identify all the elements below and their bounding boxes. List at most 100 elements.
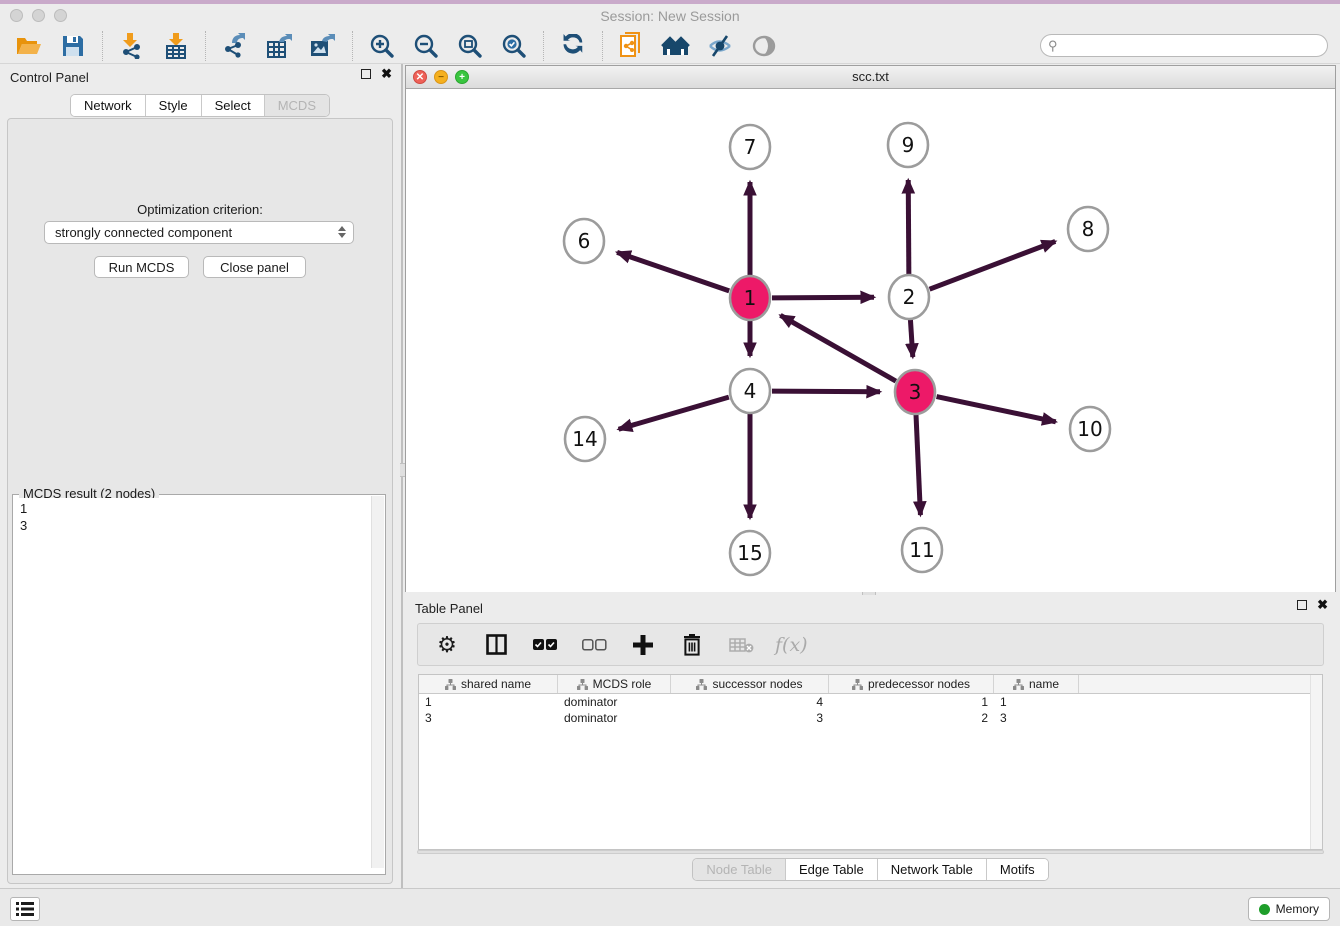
export-table-icon[interactable] (264, 32, 294, 60)
edge-2-9[interactable] (908, 180, 909, 275)
table-panel: Table Panel ✖ ⚙ f(x) shared nameMCDS rol… (405, 595, 1336, 888)
main-toolbar: ⚲ (0, 28, 1340, 64)
column-header-label: shared name (461, 677, 531, 691)
node-15[interactable]: 15 (730, 531, 770, 575)
tab-style[interactable]: Style (146, 95, 202, 116)
open-session-icon[interactable] (14, 32, 44, 60)
column-header-successor-nodes[interactable]: successor nodes (671, 675, 829, 693)
column-header-shared-name[interactable]: shared name (419, 675, 558, 693)
node-1[interactable]: 1 (730, 276, 770, 320)
network-view-window: ✕ − + scc.txt 7 9 6 8 1 2 4 3 14 10 15 11 (405, 65, 1336, 592)
import-network-icon[interactable] (117, 32, 147, 60)
tab-network[interactable]: Network (71, 95, 146, 116)
show-all-icon[interactable] (749, 32, 779, 60)
node-7[interactable]: 7 (730, 125, 770, 169)
close-panel-icon[interactable]: ✖ (1317, 600, 1328, 610)
column-sort-icon[interactable] (577, 679, 588, 690)
column-sort-icon[interactable] (696, 679, 707, 690)
save-session-icon[interactable] (58, 32, 88, 60)
close-panel-icon[interactable]: ✖ (381, 69, 392, 79)
column-sort-icon[interactable] (852, 679, 863, 690)
edge-3-11[interactable] (916, 414, 920, 515)
unselect-all-checks-icon[interactable] (579, 631, 609, 659)
edge-4-3[interactable] (772, 391, 880, 392)
run-mcds-button[interactable]: Run MCDS (94, 256, 189, 278)
node-label: 6 (578, 229, 591, 253)
node-2[interactable]: 2 (889, 275, 929, 319)
zoom-in-icon[interactable] (367, 32, 397, 60)
tab-edge-table[interactable]: Edge Table (786, 859, 878, 880)
network-from-file-icon[interactable] (617, 32, 647, 60)
table-scrollbar[interactable] (1310, 675, 1322, 849)
result-scrollbar[interactable] (371, 496, 384, 868)
zoom-selected-icon[interactable] (499, 32, 529, 60)
network-view-titlebar[interactable]: ✕ − + scc.txt (406, 66, 1335, 89)
first-neighbors-icon[interactable] (661, 32, 691, 60)
network-canvas[interactable]: 7 9 6 8 1 2 4 3 14 10 15 11 (406, 89, 1335, 592)
zoom-out-icon[interactable] (411, 32, 441, 60)
table-cell[interactable]: dominator (558, 710, 671, 726)
table-row[interactable]: 1dominator411 (419, 694, 1322, 710)
optimization-criterion-select[interactable]: strongly connected component (44, 221, 354, 244)
table-cell[interactable]: dominator (558, 694, 671, 710)
tab-select[interactable]: Select (202, 95, 265, 116)
close-panel-button[interactable]: Close panel (203, 256, 306, 278)
node-14[interactable]: 14 (565, 417, 605, 461)
table-cell[interactable]: 1 (994, 694, 1079, 710)
app-titlebar: Session: New Session (0, 4, 1340, 28)
edge-2-8[interactable] (930, 241, 1056, 289)
table-cell[interactable]: 4 (671, 694, 829, 710)
task-history-button[interactable] (10, 897, 40, 921)
column-header-MCDS-role[interactable]: MCDS role (558, 675, 671, 693)
table-cell[interactable]: 1 (419, 694, 558, 710)
node-label: 7 (744, 135, 757, 159)
edge-3-1[interactable] (780, 315, 895, 381)
column-sort-icon[interactable] (1013, 679, 1024, 690)
column-sort-icon[interactable] (445, 679, 456, 690)
edge-1-2[interactable] (772, 297, 874, 298)
mcds-result-text[interactable]: 1 3 (14, 498, 372, 868)
table-cell[interactable]: 3 (419, 710, 558, 726)
tab-motifs[interactable]: Motifs (987, 859, 1048, 880)
node-8[interactable]: 8 (1068, 207, 1108, 251)
table-options-gear-icon[interactable]: ⚙ (432, 631, 462, 659)
edge-3-10[interactable] (937, 397, 1056, 422)
node-3[interactable]: 3 (895, 370, 935, 414)
column-header-name[interactable]: name (994, 675, 1079, 693)
tab-network-table[interactable]: Network Table (878, 859, 987, 880)
refresh-layout-icon[interactable] (558, 32, 588, 60)
search-input[interactable] (1040, 34, 1328, 57)
edge-2-3[interactable] (910, 319, 912, 357)
zoom-fit-icon[interactable] (455, 32, 485, 60)
control-panel-tabs: NetworkStyleSelectMCDS (70, 94, 330, 117)
node-10[interactable]: 10 (1070, 407, 1110, 451)
table-resize-strip[interactable] (417, 850, 1324, 854)
create-column-icon[interactable] (628, 631, 658, 659)
hide-selected-icon[interactable] (705, 32, 735, 60)
float-panel-icon[interactable] (361, 69, 371, 79)
show-column-icon[interactable] (481, 631, 511, 659)
table-cell[interactable]: 3 (994, 710, 1079, 726)
edge-1-6[interactable] (617, 252, 729, 290)
tab-mcds[interactable]: MCDS (265, 95, 329, 116)
export-image-icon[interactable] (308, 32, 338, 60)
table-cell[interactable]: 1 (829, 694, 994, 710)
table-cell[interactable]: 2 (829, 710, 994, 726)
column-header-predecessor-nodes[interactable]: predecessor nodes (829, 675, 994, 693)
memory-button[interactable]: Memory (1248, 897, 1330, 921)
node-table: shared name MCDS rolesuccessor nodesprede… (418, 674, 1323, 850)
edge-4-14[interactable] (619, 397, 729, 429)
node-9[interactable]: 9 (888, 123, 928, 167)
table-row[interactable]: 3dominator323 (419, 710, 1322, 726)
node-label: 1 (744, 286, 757, 310)
select-all-checks-icon[interactable] (530, 631, 560, 659)
delete-column-icon[interactable] (677, 631, 707, 659)
import-table-icon[interactable] (161, 32, 191, 60)
node-6[interactable]: 6 (564, 219, 604, 263)
float-panel-icon[interactable] (1297, 600, 1307, 610)
node-11[interactable]: 11 (902, 528, 942, 572)
export-network-icon[interactable] (220, 32, 250, 60)
node-4[interactable]: 4 (730, 369, 770, 413)
tab-node-table[interactable]: Node Table (693, 859, 786, 880)
table-cell[interactable]: 3 (671, 710, 829, 726)
